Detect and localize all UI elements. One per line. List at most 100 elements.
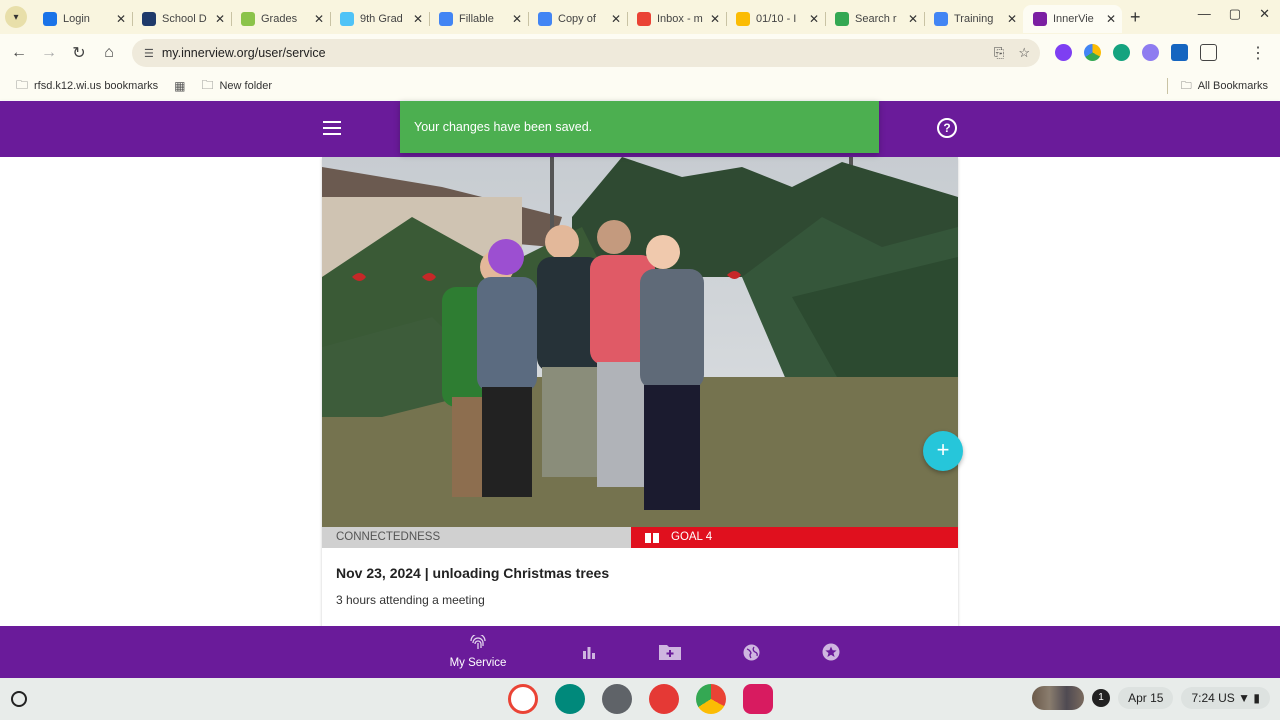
close-window-icon[interactable]: ✕ [1259, 6, 1270, 22]
book-icon [645, 532, 659, 543]
holding-space-thumbnails[interactable] [1032, 686, 1085, 710]
browser-tab[interactable]: Search r ✕ [825, 5, 924, 33]
tab-favicon-icon [43, 12, 57, 26]
bookmarks-bar: 🗀 rfsd.k12.wi.us bookmarks ▦ 🗀 New folde… [0, 72, 1280, 100]
globe-icon [743, 644, 759, 660]
browser-tab[interactable]: Copy of ✕ [528, 5, 627, 33]
tab-search-button[interactable]: ▾ [5, 6, 27, 28]
status-tray[interactable]: 1 Apr 15 7:24 US ▼ ▮ [1032, 686, 1270, 710]
home-icon[interactable]: ⌂ [94, 44, 124, 62]
tab-favicon-icon [538, 12, 552, 26]
battery-icon: ▮ [1253, 691, 1260, 705]
folder-icon: 🗀 [201, 77, 214, 92]
classroom-app-icon[interactable] [555, 684, 585, 714]
all-bookmarks-button[interactable]: 🗀 All Bookmarks [1181, 77, 1268, 96]
os-shelf: 1 Apr 15 7:24 US ▼ ▮ [0, 678, 1280, 720]
install-app-icon[interactable]: ⎘ [994, 45, 1004, 61]
browser-tab[interactable]: InnerVie ✕ [1023, 5, 1122, 33]
tab-close-icon[interactable]: ✕ [1106, 12, 1116, 26]
tab-close-icon[interactable]: ✕ [512, 12, 522, 26]
bookmark-new-folder[interactable]: 🗀 New folder [201, 76, 272, 97]
back-icon[interactable]: ← [4, 44, 34, 62]
goal-tag: GOAL 4 [631, 527, 958, 548]
clock-text: 7:24 [1191, 691, 1215, 705]
site-info-icon[interactable]: ☰ [144, 47, 154, 60]
tab-close-icon[interactable]: ✕ [1007, 12, 1017, 26]
browser-tab[interactable]: School D ✕ [132, 5, 231, 33]
service-entry-card[interactable]: CONNECTEDNESS GOAL 4 Nov 23, 2024 | unlo… [322, 157, 958, 626]
entry-subtitle: 3 hours attending a meeting [336, 593, 485, 607]
reload-icon[interactable]: ↻ [64, 43, 94, 63]
browser-tab[interactable]: Fillable ✕ [429, 5, 528, 33]
snowflake-extension-icon[interactable] [1142, 44, 1159, 61]
tab-favicon-icon [1033, 12, 1047, 26]
tab-label: Fillable [459, 13, 494, 25]
star-badge-icon [822, 643, 840, 661]
browser-tab[interactable]: Login ✕ [33, 5, 132, 33]
nav-community[interactable] [741, 626, 761, 678]
entry-tags: CONNECTEDNESS GOAL 4 [322, 527, 958, 548]
tab-close-icon[interactable]: ✕ [116, 12, 126, 26]
extensions-puzzle-icon[interactable] [1200, 44, 1217, 61]
minimize-icon[interactable]: — [1198, 6, 1211, 22]
url-text: my.innerview.org/user/service [161, 46, 326, 60]
launcher-icon[interactable] [11, 691, 27, 707]
tab-favicon-icon [142, 12, 156, 26]
menu-icon[interactable] [323, 121, 341, 139]
help-icon[interactable]: ? [937, 118, 957, 138]
tab-close-icon[interactable]: ✕ [809, 12, 819, 26]
bookmark-star-icon[interactable]: ☆ [1018, 45, 1030, 61]
apps-grid[interactable]: ▦ [174, 79, 191, 93]
browser-tab[interactable]: Grades ✕ [231, 5, 330, 33]
grammarly-extension-icon[interactable] [1113, 44, 1130, 61]
tab-close-icon[interactable]: ✕ [710, 12, 720, 26]
bookmark-rfsd[interactable]: 🗀 rfsd.k12.wi.us bookmarks [16, 76, 158, 97]
canvas-app-icon[interactable] [743, 684, 773, 714]
nav-my-service-label: My Service [449, 657, 507, 669]
tab-separator [330, 12, 331, 26]
browser-menu-icon[interactable]: ⋮ [1250, 43, 1266, 63]
bottom-navigation: My Service [0, 626, 1280, 678]
nav-my-service[interactable]: My Service [448, 626, 508, 678]
notification-badge[interactable]: 1 [1092, 689, 1111, 707]
service-photo[interactable] [322, 157, 958, 527]
tab-separator [429, 12, 430, 26]
chrome-app-icon[interactable] [696, 684, 726, 714]
forward-icon[interactable]: → [34, 44, 64, 62]
tab-close-icon[interactable]: ✕ [908, 12, 918, 26]
add-service-button[interactable]: + [923, 431, 963, 471]
nav-portfolio[interactable] [657, 626, 683, 678]
service-feed[interactable]: CONNECTEDNESS GOAL 4 Nov 23, 2024 | unlo… [0, 157, 1280, 626]
bar-chart-icon [583, 647, 595, 659]
people-group [442, 220, 704, 510]
browser-tab[interactable]: 01/10 - I ✕ [726, 5, 825, 33]
tab-separator [231, 12, 232, 26]
nav-stats[interactable] [578, 626, 600, 678]
gmail-app-icon[interactable] [508, 684, 538, 714]
tab-close-icon[interactable]: ✕ [611, 12, 621, 26]
save-snackbar: Your changes have been saved. [400, 101, 879, 153]
link-app-icon[interactable] [602, 684, 632, 714]
nav-achievements[interactable] [821, 626, 841, 678]
window-controls: — ▢ ✕ [1198, 6, 1270, 22]
pinned-apps [508, 684, 773, 714]
new-tab-icon[interactable]: + [1130, 7, 1141, 28]
status-pill[interactable]: 7:24 US ▼ ▮ [1181, 687, 1270, 709]
folder-icon: 🗀 [1180, 79, 1192, 92]
paint-app-icon[interactable] [649, 684, 679, 714]
browser-tab[interactable]: 9th Grad ✕ [330, 5, 429, 33]
tab-close-icon[interactable]: ✕ [314, 12, 324, 26]
address-bar[interactable]: ☰ my.innerview.org/user/service ⎘ ☆ [132, 39, 1040, 67]
tab-close-icon[interactable]: ✕ [215, 12, 225, 26]
browser-tab[interactable]: Inbox - m ✕ [627, 5, 726, 33]
kami-extension-icon[interactable] [1055, 44, 1072, 61]
maximize-icon[interactable]: ▢ [1229, 6, 1241, 22]
browser-tab[interactable]: Training ✕ [924, 5, 1023, 33]
drive-extension-icon[interactable] [1084, 44, 1101, 61]
outlook-extension-icon[interactable] [1171, 44, 1188, 61]
folder-add-icon [659, 645, 681, 660]
tab-close-icon[interactable]: ✕ [413, 12, 423, 26]
date-pill[interactable]: Apr 15 [1118, 687, 1174, 709]
wifi-icon: ▼ [1238, 691, 1251, 705]
tab-label: Copy of [558, 13, 596, 25]
